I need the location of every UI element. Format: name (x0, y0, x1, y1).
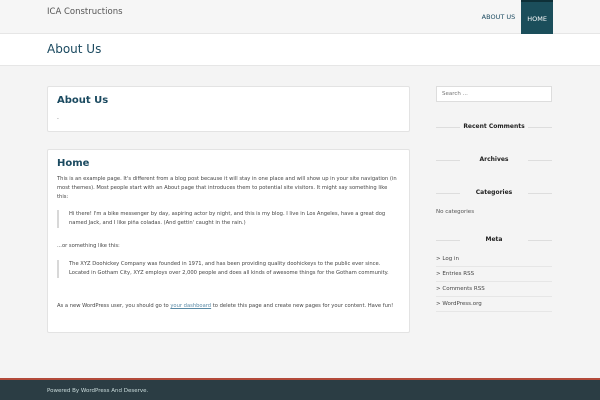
meta-item-wordpress-org[interactable]: > WordPress.org (436, 297, 552, 312)
about-us-card: About Us . (47, 86, 410, 132)
nav-home[interactable]: HOME (521, 0, 553, 34)
divider (528, 193, 552, 194)
meta-link-label: Comments RSS (442, 286, 485, 292)
widget-title-meta: Meta (436, 236, 552, 243)
page-title: About Us (47, 42, 102, 56)
categories-label: Categories (475, 189, 513, 196)
home-card: Home This is an example page. It's diffe… (47, 149, 410, 333)
meta-item-log-in[interactable]: > Log in (436, 252, 552, 267)
card-body-about-us: . (57, 114, 59, 121)
divider (436, 127, 460, 128)
footer-text: Powered By WordPress And Deserve. (47, 388, 149, 394)
divider (436, 240, 460, 241)
paragraph-intro: This is an example page. It's different … (57, 176, 397, 200)
meta-link-label: WordPress.org (442, 301, 482, 307)
site-title[interactable]: ICA Constructions (47, 7, 123, 17)
blockquote-xyz-company: The XYZ Doohickey Company was founded in… (57, 260, 400, 278)
divider (528, 240, 552, 241)
card-title-home[interactable]: Home (57, 158, 89, 169)
paragraph-or: ...or something like this: (57, 243, 120, 249)
meta-list: > Log in > Entries RSS > Comments RSS > … (436, 252, 552, 312)
top-bar: ICA Constructions ABOUT US HOME (0, 0, 600, 34)
no-categories-text: No categories (436, 209, 475, 215)
divider (528, 160, 552, 161)
blockquote-bike-messenger: Hi there! I'm a bike messenger by day, a… (57, 210, 400, 228)
widget-title-recent-comments: Recent Comments (436, 123, 552, 130)
recent-comments-label: Recent Comments (463, 123, 525, 130)
title-bar: About Us (0, 34, 600, 66)
dashboard-text-before: As a new WordPress user, you should go t… (57, 303, 171, 309)
divider (528, 127, 552, 128)
meta-item-comments-rss[interactable]: > Comments RSS (436, 282, 552, 297)
main-nav: ABOUT US HOME (476, 0, 553, 34)
divider (436, 160, 460, 161)
dashboard-link[interactable]: your dashboard (170, 303, 211, 309)
paragraph-dashboard: As a new WordPress user, you should go t… (57, 302, 400, 311)
card-title-about-us[interactable]: About Us (57, 95, 108, 106)
meta-item-entries-rss[interactable]: > Entries RSS (436, 267, 552, 282)
footer: Powered By WordPress And Deserve. (0, 378, 600, 400)
dashboard-text-after: to delete this page and create new pages… (211, 303, 394, 309)
search-input[interactable] (436, 86, 552, 102)
widget-title-archives: Archives (436, 156, 552, 163)
meta-link-label: Entries RSS (442, 271, 475, 277)
meta-link-label: Log in (442, 256, 459, 262)
archives-label: Archives (479, 156, 509, 163)
nav-about-us[interactable]: ABOUT US (476, 0, 522, 34)
widget-title-categories: Categories (436, 189, 552, 196)
meta-label: Meta (485, 236, 503, 243)
divider (436, 193, 460, 194)
